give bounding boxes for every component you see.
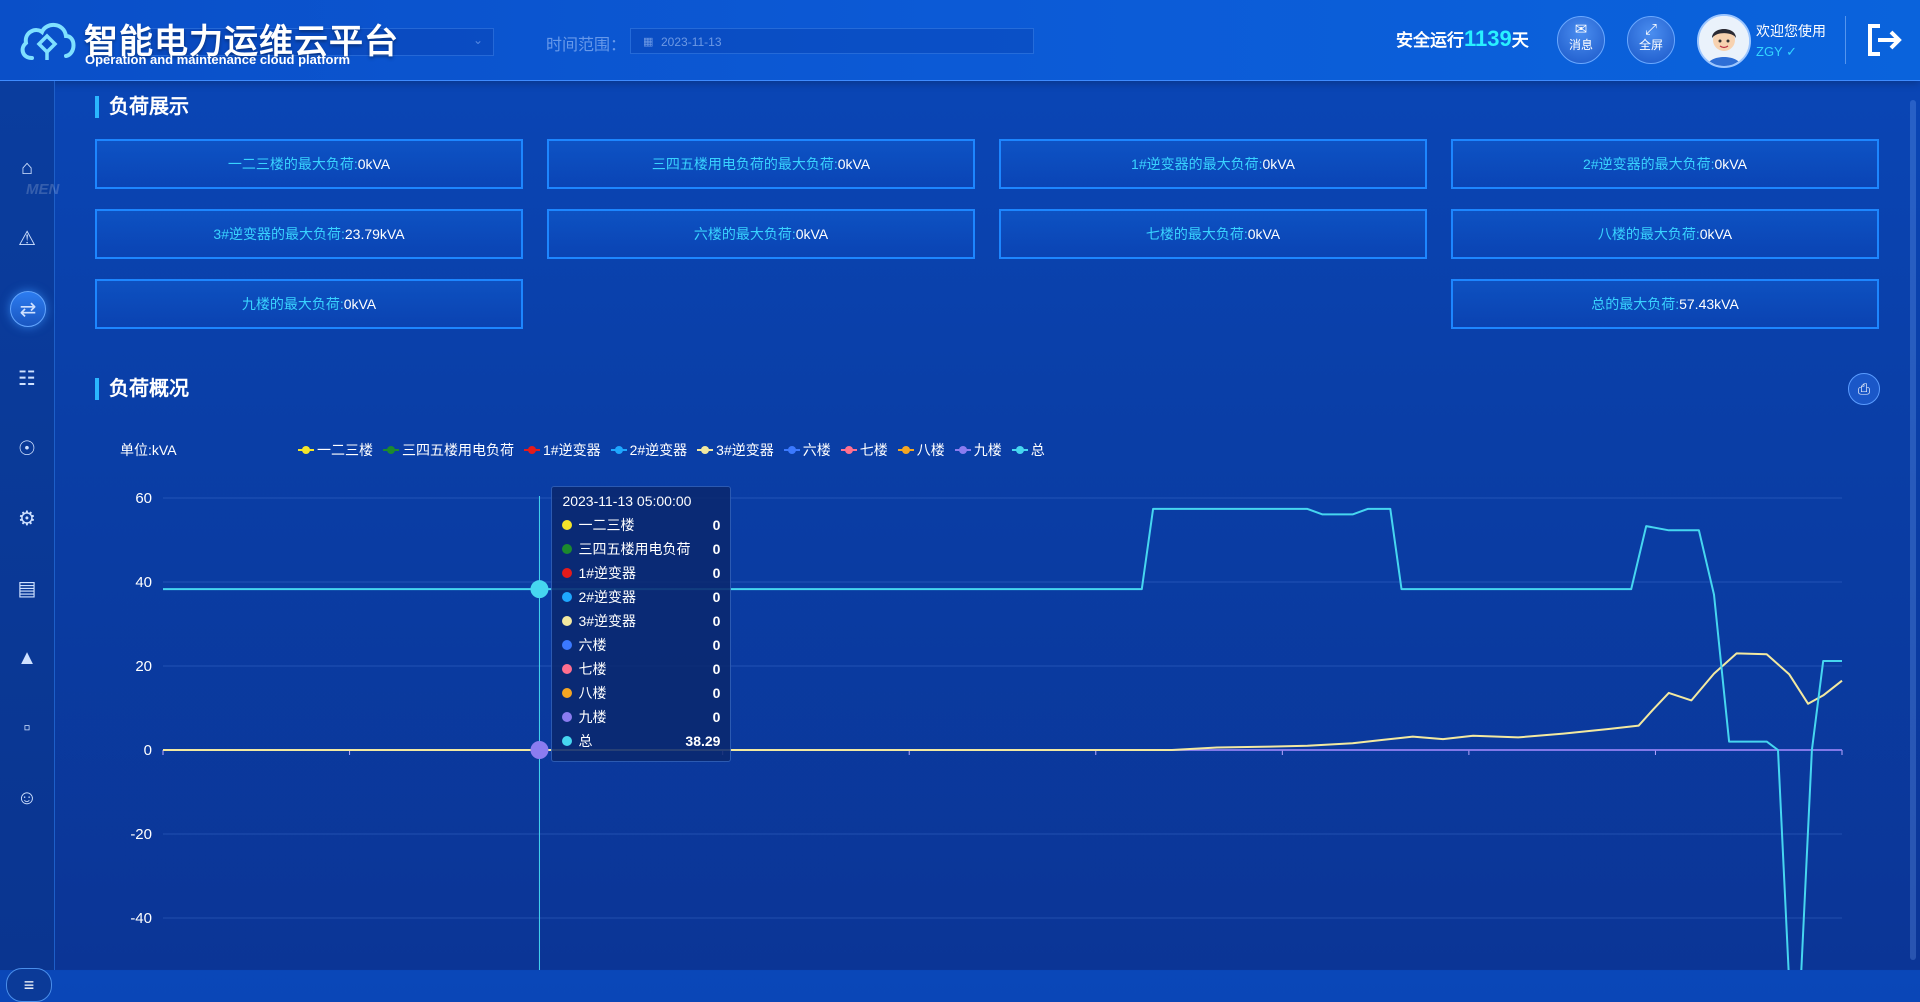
tooltip-dot (562, 616, 573, 626)
tooltip-dot (562, 640, 573, 650)
load-line-chart[interactable]: 60 40 20 0 -20 -40 (0, 0, 1920, 970)
tooltip-row: 一二三楼 0 (562, 513, 720, 537)
y-tick-label: 60 (135, 490, 152, 507)
series-line-total (163, 507, 1842, 970)
tooltip-row: 1#逆变器 0 (562, 561, 720, 585)
series-line-3-inverter (163, 652, 1843, 751)
tooltip-dot (562, 688, 573, 698)
tooltip-series-value: 38.29 (685, 733, 721, 749)
tooltip-series-value: 0 (712, 565, 721, 581)
chart-tooltip: 2023-11-13 05:00:00 一二三楼 0 三四五楼用电负荷 0 1#逆变器 0… (551, 486, 732, 762)
tooltip-row: 六楼 0 (562, 633, 720, 657)
y-tick-label: 40 (135, 574, 152, 591)
tooltip-row: 总 38.29 (562, 729, 720, 753)
tooltip-dot (562, 592, 573, 602)
tooltip-series-name: 七楼 (578, 661, 607, 677)
tooltip-series-value: 0 (712, 685, 721, 701)
sidebar-toggle-button[interactable]: ≡ (6, 968, 52, 1002)
tooltip-dot (562, 544, 573, 554)
tooltip-row: 三四五楼用电负荷 0 (562, 537, 720, 561)
tooltip-series-value: 0 (712, 637, 721, 653)
tooltip-series-value: 0 (712, 613, 721, 629)
menu-collapse-icon: ≡ (23, 974, 35, 995)
tooltip-row: 3#逆变器 0 (562, 609, 720, 633)
tooltip-series-name: 六楼 (578, 637, 607, 653)
tooltip-series-name: 三四五楼用电负荷 (578, 541, 691, 557)
tooltip-series-name: 3#逆变器 (578, 613, 637, 629)
tooltip-row: 八楼 0 (562, 681, 720, 705)
y-tick-label: -20 (130, 826, 152, 843)
tooltip-time: 2023-11-13 05:00:00 (562, 493, 692, 509)
tooltip-row: 九楼 0 (562, 705, 720, 729)
tooltip-dot (562, 568, 573, 578)
tooltip-dot (562, 712, 573, 722)
y-tick-label: 0 (144, 742, 152, 759)
tooltip-series-value: 0 (712, 589, 721, 605)
tooltip-series-name: 八楼 (578, 685, 607, 701)
tooltip-dot (562, 736, 573, 746)
tooltip-series-name: 总 (578, 733, 593, 749)
tooltip-series-value: 0 (712, 709, 721, 725)
tooltip-row: 2#逆变器 0 (562, 585, 720, 609)
tooltip-point-zero (530, 741, 549, 759)
tooltip-series-value: 0 (712, 661, 721, 677)
tooltip-series-name: 一二三楼 (578, 517, 635, 533)
tooltip-series-value: 0 (712, 541, 721, 557)
y-tick-label: 20 (135, 658, 152, 675)
tooltip-dot (562, 520, 573, 530)
tooltip-point-total (530, 580, 549, 599)
tooltip-series-name: 2#逆变器 (578, 589, 637, 605)
tooltip-series-name: 1#逆变器 (578, 565, 637, 581)
tooltip-dot (562, 664, 573, 674)
tooltip-series-value: 0 (712, 517, 721, 533)
tooltip-row: 七楼 0 (562, 657, 720, 681)
tooltip-series-name: 九楼 (578, 709, 607, 725)
y-tick-label: -40 (130, 910, 152, 927)
